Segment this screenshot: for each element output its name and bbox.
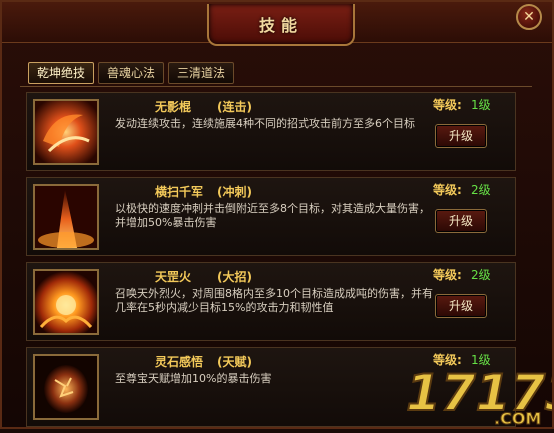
upgrade-button[interactable]: 升级	[435, 209, 487, 233]
glowing-stone-icon	[33, 354, 99, 420]
skill-type: (大招)	[217, 270, 252, 284]
skill-row: 无影棍 (连击) 等级: 1级 发动连续攻击，连续施展4种不同的招式攻击前方至多…	[26, 92, 516, 171]
tab-sanqing-daofa[interactable]: 三清道法	[168, 62, 235, 84]
tab-beast-soul[interactable]: 兽魂心法	[98, 62, 165, 84]
skill-window: 技能 ✕ 乾坤绝技 兽魂心法 三清道法 无影棍 (连击) 等级: 1级 发动连续…	[0, 0, 554, 429]
skill-type: (连击)	[217, 100, 252, 114]
level-label: 等级:	[433, 183, 462, 197]
skill-type: (冲刺)	[217, 185, 252, 199]
skill-level: 1级	[471, 98, 491, 112]
title-plate: 技能	[207, 4, 355, 46]
skill-name: 天罡火	[155, 270, 192, 284]
tab-qiankun-skills[interactable]: 乾坤绝技	[28, 62, 95, 84]
upgrade-button[interactable]: 升级	[435, 124, 487, 148]
skill-name: 灵石感悟	[155, 355, 204, 369]
level-label: 等级:	[433, 268, 462, 282]
level-label: 等级:	[433, 98, 462, 112]
fire-pillar-icon	[33, 184, 99, 250]
skill-description: 至尊宝天赋增加10%的暴击伤害	[115, 372, 272, 385]
fire-burst-icon	[33, 269, 99, 335]
skill-description: 召唤天外烈火，对周围8格内至多10个目标造成成吨的伤害，并有几率在5秒内减少目标…	[115, 287, 433, 314]
close-icon[interactable]: ✕	[516, 4, 542, 30]
skill-name: 无影棍	[155, 100, 192, 114]
skill-name: 横扫千军	[155, 185, 204, 199]
skill-level: 2级	[471, 183, 491, 197]
fire-whirl-icon	[33, 99, 99, 165]
window-title: 技能	[258, 16, 303, 35]
skill-level: 2级	[471, 268, 491, 282]
skill-description: 发动连续攻击，连续施展4种不同的招式攻击前方至多6个目标	[115, 117, 415, 130]
site-watermark-logo: 17173 .COM	[402, 352, 554, 429]
upgrade-button[interactable]: 升级	[435, 294, 487, 318]
skill-description: 以极快的速度冲刺并击倒附近至多8个目标，对其造成大量伤害，并增加50%暴击伤害	[115, 202, 430, 229]
skill-type: (天赋)	[217, 355, 252, 369]
watermark-suffix: .COM	[494, 409, 541, 428]
tab-divider	[20, 86, 532, 87]
skill-row: 横扫千军 (冲刺) 等级: 2级 以极快的速度冲刺并击倒附近至多8个目标，对其造…	[26, 177, 516, 256]
tab-bar: 乾坤绝技 兽魂心法 三清道法	[28, 62, 235, 86]
skill-row: 天罡火 (大招) 等级: 2级 召唤天外烈火，对周围8格内至多10个目标造成成吨…	[26, 262, 516, 341]
